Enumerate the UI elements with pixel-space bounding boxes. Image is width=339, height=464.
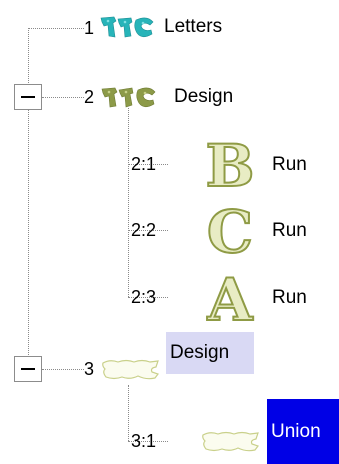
node-id: 2:2 [131,220,157,240]
node-id: 2 [84,87,95,107]
node-label: Run [272,220,307,241]
gothic-C-outline-icon: C [206,202,254,258]
node-label: Run [272,154,307,175]
gothic-B-outline-icon: B [204,136,255,192]
design-filled-olive-icon [101,87,156,108]
union-outline-light-icon [202,431,259,452]
tree-line-2-children [128,108,129,297]
tree-line-1 [28,28,84,29]
gothic-A-outline-icon: A [205,268,254,326]
collapse-toggle-3[interactable] [14,356,42,382]
node-id: 1 [84,18,95,38]
tree-line-3-children [128,385,129,441]
svg-text:B: B [205,136,254,192]
node-label: Design [174,86,234,107]
minus-icon [21,96,35,98]
node-id: 2:1 [131,154,157,174]
letters-filled-cyan-icon [100,16,154,38]
node-label: Design [166,332,254,374]
collapse-toggle-2[interactable] [14,84,42,110]
tree-line-root [28,28,29,369]
node-label: Run [272,287,307,308]
node-label: Union [267,399,339,464]
node-id: 2:3 [131,287,157,307]
design-outline-light-icon [102,359,159,380]
tree-line-3 [42,369,84,370]
node-id: 3 [84,359,95,379]
svg-text:C: C [207,202,253,258]
node-label: Letters [164,16,223,37]
tree-line-2 [42,97,84,98]
minus-icon [21,368,35,370]
node-id: 3:1 [131,431,157,451]
svg-text:A: A [206,268,253,326]
